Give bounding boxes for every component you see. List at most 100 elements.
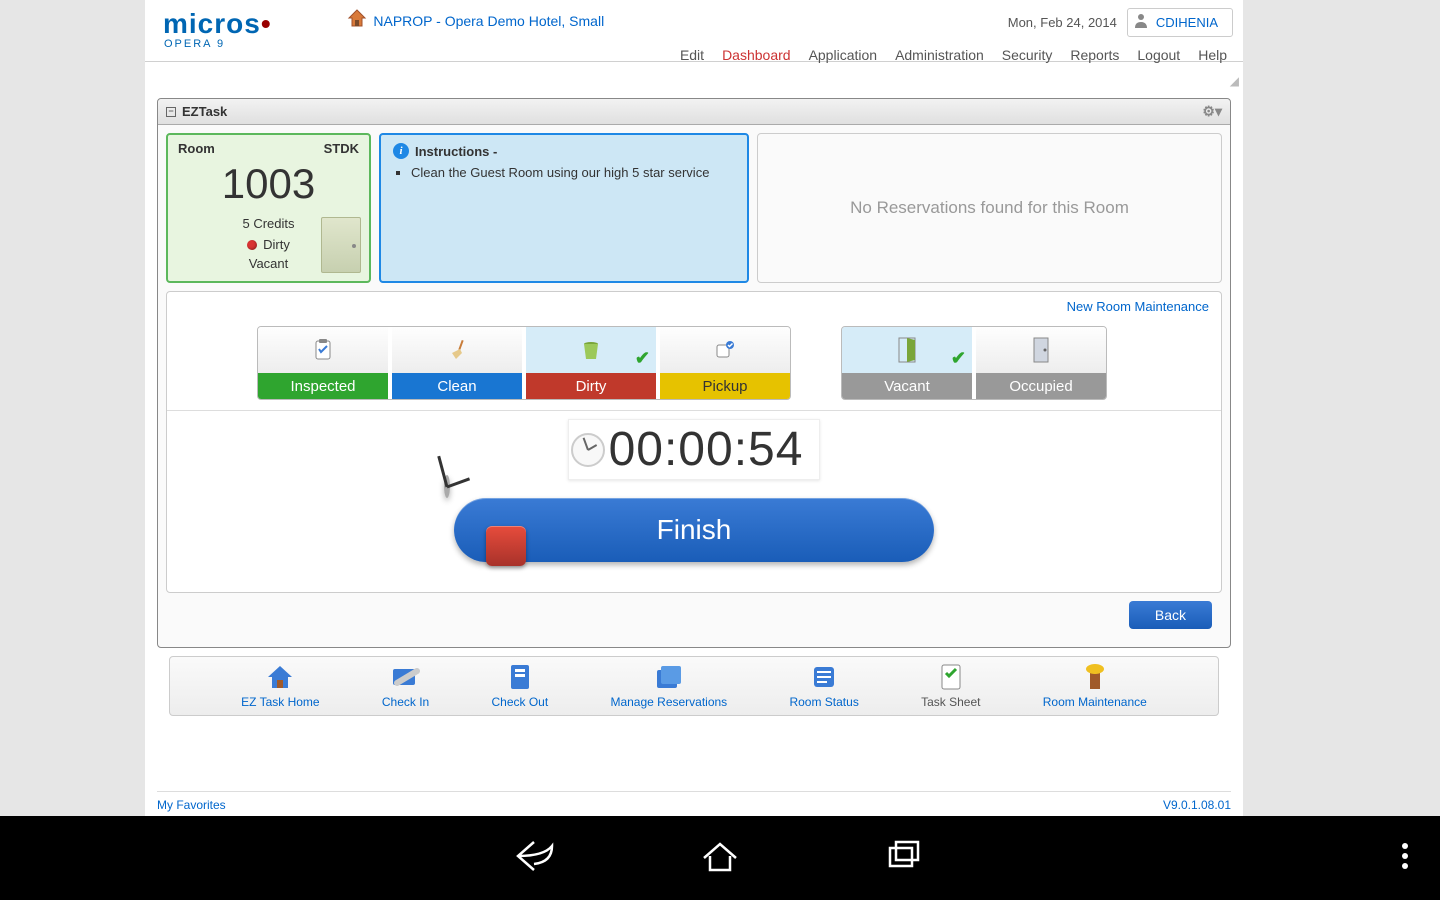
instructions-list: Clean the Guest Room using our high 5 st… — [411, 165, 735, 180]
room-status-icon — [811, 663, 837, 691]
info-icon: i — [393, 143, 409, 159]
header-center: NAPROP - Opera Demo Hotel, Small — [272, 0, 680, 33]
collapse-icon[interactable]: − — [166, 107, 176, 117]
status-section: New Room Maintenance Inspected Clean — [166, 291, 1222, 593]
app-window: micros• OPERA 9 NAPROP - Opera Demo Hote… — [145, 0, 1243, 816]
timer-value: 00:00:54 — [609, 422, 804, 477]
reservations-card: No Reservations found for this Room — [757, 133, 1222, 283]
timer-box: 00:00:54 — [568, 419, 821, 480]
status-dirty[interactable]: ✔ Dirty — [526, 327, 656, 399]
nav-edit[interactable]: Edit — [680, 47, 704, 63]
back-button[interactable]: Back — [1129, 601, 1212, 629]
door-open-icon — [897, 337, 917, 363]
tool-label: Task Sheet — [921, 695, 980, 709]
nav-dashboard[interactable]: Dashboard — [722, 47, 791, 63]
tool-room-maintenance[interactable]: Room Maintenance — [1043, 663, 1147, 709]
tool-label: EZ Task Home — [241, 695, 319, 709]
bottom-toolbar: EZ Task Home Check In Check Out Manage R… — [169, 656, 1219, 716]
user-name: CDIHENIA — [1156, 15, 1218, 30]
widget-titlebar[interactable]: − EZTask ⚙▾ — [158, 99, 1230, 125]
date-text: Mon, Feb 24, 2014 — [1008, 15, 1117, 30]
home-icon — [266, 663, 294, 691]
status-pickup-label: Pickup — [660, 373, 790, 399]
broom-icon — [446, 339, 468, 361]
status-occupied[interactable]: Occupied — [976, 327, 1106, 399]
nav-application[interactable]: Application — [809, 47, 878, 63]
status-occupied-label: Occupied — [976, 373, 1106, 399]
widget-title: EZTask — [182, 104, 227, 119]
logo-subtext: OPERA 9 — [164, 38, 272, 50]
status-bar-row: Inspected Clean ✔ Di — [167, 316, 1221, 411]
property-link[interactable]: NAPROP - Opera Demo Hotel, Small — [373, 13, 604, 29]
android-home-icon[interactable] — [698, 838, 742, 879]
nav-administration[interactable]: Administration — [895, 47, 984, 63]
tool-label: Room Status — [789, 695, 858, 709]
tool-room-status[interactable]: Room Status — [789, 663, 858, 709]
android-menu-icon[interactable] — [1400, 838, 1410, 879]
tool-check-in[interactable]: Check In — [382, 663, 429, 709]
nav-reports[interactable]: Reports — [1070, 47, 1119, 63]
widget-footer: Back — [166, 593, 1222, 639]
logo-text: micros• — [163, 10, 272, 38]
dirty-dot-icon — [247, 240, 257, 250]
door-icon — [321, 217, 361, 273]
resize-grip-icon[interactable]: ◢ — [1230, 74, 1239, 88]
tool-check-out[interactable]: Check Out — [491, 663, 548, 709]
header-right: Mon, Feb 24, 2014 CDIHENIA Edit Dashboar… — [680, 8, 1233, 63]
reservations-empty: No Reservations found for this Room — [850, 198, 1129, 218]
tool-label: Check Out — [491, 695, 548, 709]
summary-row: Room STDK 1003 5 Credits Dirty Vacant — [166, 133, 1222, 283]
top-header: micros• OPERA 9 NAPROP - Opera Demo Hote… — [145, 0, 1243, 62]
maintenance-icon — [1082, 663, 1108, 691]
instructions-label: Instructions - — [415, 144, 497, 159]
eztask-widget: − EZTask ⚙▾ Room STDK 1003 5 Credits — [157, 98, 1231, 648]
nav-help[interactable]: Help — [1198, 47, 1227, 63]
tool-label: Room Maintenance — [1043, 695, 1147, 709]
status-inspected-label: Inspected — [258, 373, 388, 399]
check-icon: ✔ — [951, 348, 966, 369]
android-recents-icon[interactable] — [882, 838, 926, 879]
status-vacant-label: Vacant — [842, 373, 972, 399]
finish-row: Finish — [167, 498, 1221, 562]
tool-manage-reservations[interactable]: Manage Reservations — [610, 663, 727, 709]
finish-button[interactable]: Finish — [454, 498, 934, 562]
clipboard-icon — [312, 339, 334, 361]
workspace: − EZTask ⚙▾ Room STDK 1003 5 Credits — [145, 62, 1243, 728]
my-favorites-link[interactable]: My Favorites — [157, 798, 226, 812]
clean-status-group: Inspected Clean ✔ Di — [257, 326, 791, 400]
stop-icon — [486, 526, 526, 566]
android-back-icon[interactable] — [514, 838, 558, 879]
status-pickup[interactable]: Pickup — [660, 327, 790, 399]
occ-status-group: ✔ Vacant Occupied — [841, 326, 1107, 400]
status-dirty-label: Dirty — [526, 373, 656, 399]
status-vacant[interactable]: ✔ Vacant — [842, 327, 972, 399]
pickup-icon — [714, 339, 736, 361]
nav-logout[interactable]: Logout — [1137, 47, 1180, 63]
nav-security[interactable]: Security — [1002, 47, 1053, 63]
widget-body: Room STDK 1003 5 Credits Dirty Vacant — [158, 125, 1230, 647]
user-chip[interactable]: CDIHENIA — [1127, 8, 1233, 37]
status-clean-label: Clean — [392, 373, 522, 399]
checkin-icon — [391, 663, 421, 691]
status-inspected[interactable]: Inspected — [258, 327, 388, 399]
task-sheet-icon — [939, 663, 963, 691]
gear-icon[interactable]: ⚙▾ — [1202, 103, 1222, 120]
stopwatch-icon — [444, 478, 450, 496]
reservations-icon — [655, 663, 683, 691]
house-icon — [347, 8, 367, 33]
status-clean[interactable]: Clean — [392, 327, 522, 399]
check-icon: ✔ — [635, 348, 650, 369]
logo: micros• OPERA 9 — [155, 0, 272, 50]
new-maintenance-link[interactable]: New Room Maintenance — [1067, 299, 1209, 314]
android-nav-bar — [0, 816, 1440, 900]
room-number: 1003 — [178, 160, 359, 208]
timer-area: 00:00:54 Finish — [167, 411, 1221, 592]
checkout-icon — [507, 663, 533, 691]
clock-icon — [571, 433, 605, 467]
tool-task-sheet[interactable]: Task Sheet — [921, 663, 980, 709]
room-type: STDK — [324, 141, 359, 156]
version-text: V9.0.1.08.01 — [1163, 798, 1231, 812]
trash-icon — [580, 339, 602, 361]
tool-ez-task-home[interactable]: EZ Task Home — [241, 663, 319, 709]
tool-label: Manage Reservations — [610, 695, 727, 709]
